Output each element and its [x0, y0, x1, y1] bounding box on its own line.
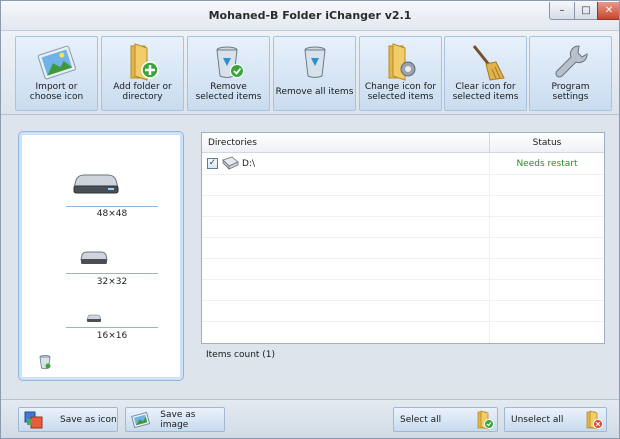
size-label-48: 48×48 — [96, 209, 128, 219]
items-count: Items count (1) — [206, 350, 276, 360]
save-icon-icon — [24, 411, 43, 428]
drive-icon — [222, 156, 239, 170]
row-gridline — [202, 258, 604, 259]
change-icon-button[interactable]: Change icon for selected items — [359, 36, 442, 111]
row-gridline — [202, 300, 604, 301]
minimize-icon: – — [559, 5, 565, 16]
add-folder-button[interactable]: Add folder or directory — [101, 36, 184, 111]
row-gridline — [202, 174, 604, 175]
select-all-button[interactable]: Select all — [393, 407, 498, 432]
recycle-bin-small-icon[interactable] — [38, 354, 52, 370]
row-status: Needs restart — [516, 159, 578, 169]
toolbar: Import or choose icon Add folder or dire… — [1, 31, 619, 115]
settings-label: Program settings — [551, 82, 590, 102]
folder-gear-icon — [379, 42, 423, 82]
maximize-icon: □ — [581, 5, 591, 16]
recycle-bin-icon — [293, 42, 337, 82]
row-path: D:\ — [242, 159, 255, 169]
title-bar: Mohaned-B Folder iChanger v2.1 – □ ✕ — [1, 1, 619, 31]
save-as-image-label: Save as image — [160, 409, 196, 430]
bottom-bar: Save as icon Save as image Select all Un… — [1, 399, 619, 438]
list-header: Directories Status — [202, 133, 604, 153]
directories-list: Directories Status ✓ D:\ Needs restart — [201, 132, 605, 344]
save-as-icon-label: Save as icon — [60, 414, 117, 425]
import-icon-button[interactable]: Import or choose icon — [15, 36, 98, 111]
checkmark-icon: ✓ — [208, 158, 217, 168]
size-divider-16 — [66, 327, 158, 328]
column-status[interactable]: Status — [490, 138, 604, 148]
table-row[interactable]: ✓ D:\ Needs restart — [202, 153, 604, 174]
row-checkbox[interactable]: ✓ — [207, 158, 218, 169]
save-as-image-button[interactable]: Save as image — [125, 407, 225, 432]
folder-cancel-icon — [586, 409, 603, 430]
size-label-32: 32×32 — [96, 277, 128, 287]
recycle-bin-check-icon — [207, 42, 251, 82]
select-all-label: Select all — [400, 414, 442, 425]
drive-16-icon — [86, 314, 102, 322]
status-column-gridline — [489, 153, 490, 343]
row-gridline — [202, 279, 604, 280]
window-title: Mohaned-B Folder iChanger v2.1 — [208, 9, 412, 22]
folder-add-icon — [121, 42, 165, 82]
import-icon-label: Import or choose icon — [29, 82, 84, 102]
close-button[interactable]: ✕ — [597, 2, 619, 20]
unselect-all-label: Unselect all — [511, 414, 564, 425]
clear-icon-button[interactable]: Clear icon for selected items — [444, 36, 527, 111]
save-image-icon — [131, 411, 151, 428]
size-divider-32 — [66, 273, 158, 274]
save-as-icon-button[interactable]: Save as icon — [18, 407, 118, 432]
settings-button[interactable]: Program settings — [529, 36, 612, 111]
remove-selected-button[interactable]: Remove selected items — [187, 36, 270, 111]
size-label-16: 16×16 — [96, 331, 128, 341]
row-gridline — [202, 237, 604, 238]
remove-all-button[interactable]: Remove all items — [273, 36, 356, 111]
unselect-all-button[interactable]: Unselect all — [504, 407, 607, 432]
broom-icon — [464, 42, 508, 82]
close-icon: ✕ — [604, 5, 614, 16]
size-divider-48 — [66, 206, 158, 207]
icon-preview-panel: 48×48 32×32 16×16 — [18, 131, 184, 381]
main-window: Mohaned-B Folder iChanger v2.1 – □ ✕ Imp… — [0, 0, 620, 439]
change-icon-label: Change icon for selected items — [364, 82, 437, 102]
image-import-icon — [35, 42, 79, 82]
remove-selected-label: Remove selected items — [195, 82, 262, 102]
column-directories[interactable]: Directories — [208, 138, 257, 148]
folder-check-icon — [477, 409, 494, 430]
clear-icon-label: Clear icon for selected items — [452, 82, 519, 102]
wrench-icon — [549, 42, 593, 82]
minimize-button[interactable]: – — [549, 2, 575, 20]
maximize-button[interactable]: □ — [574, 2, 598, 20]
remove-all-label: Remove all items — [275, 87, 354, 97]
row-gridline — [202, 195, 604, 196]
drive-32-icon — [80, 251, 108, 264]
drive-48-icon — [73, 174, 119, 194]
row-gridline — [202, 216, 604, 217]
row-gridline — [202, 321, 604, 322]
add-folder-label: Add folder or directory — [113, 82, 172, 102]
